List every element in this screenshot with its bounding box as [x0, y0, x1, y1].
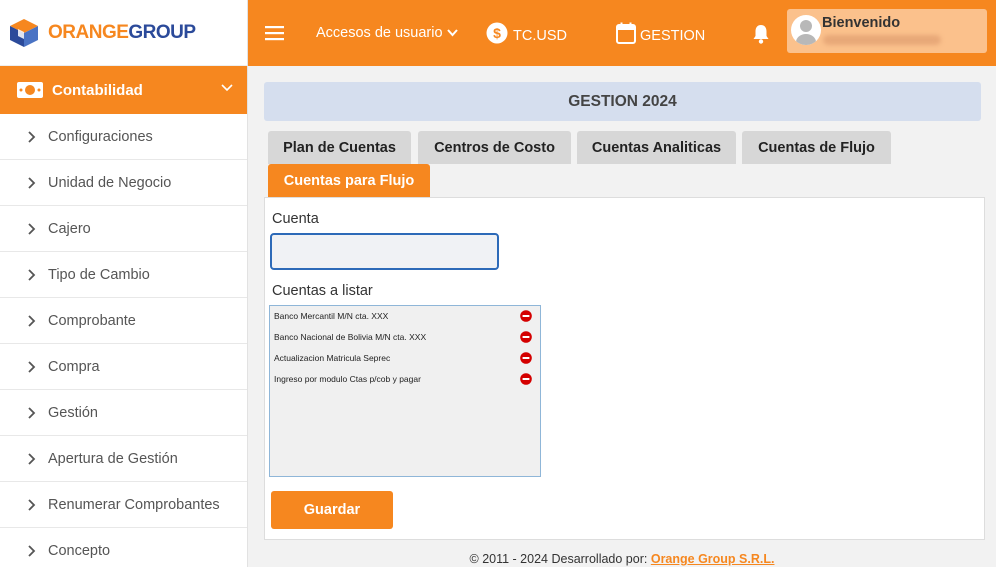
calendar-icon: [616, 22, 636, 44]
chevron-right-icon: [28, 268, 36, 281]
sidebar-item-label: Apertura de Gestión: [48, 450, 178, 467]
sidebar-menu: Configuraciones Unidad de Negocio Cajero…: [0, 114, 247, 567]
chevron-right-icon: [28, 130, 36, 143]
sidebar-item-configuraciones[interactable]: Configuraciones: [0, 114, 247, 160]
remove-icon[interactable]: [520, 331, 532, 343]
logo[interactable]: ORANGEGROUP: [0, 0, 247, 66]
gestion-label: GESTION: [640, 28, 706, 44]
chevron-right-icon: [28, 406, 36, 419]
money-icon: [17, 82, 43, 98]
sidebar: ORANGEGROUP Contabilidad Configuraciones…: [0, 0, 248, 567]
sidebar-item-label: Comprobante: [48, 312, 136, 329]
logo-cube-icon: [10, 18, 38, 47]
avatar: [791, 15, 821, 45]
sidebar-item-concepto[interactable]: Concepto: [0, 528, 247, 567]
chevron-right-icon: [28, 452, 36, 465]
svg-text:$: $: [493, 25, 501, 41]
sidebar-item-label: Compra: [48, 358, 100, 375]
save-button[interactable]: Guardar: [271, 491, 393, 529]
chevron-right-icon: [28, 498, 36, 511]
sidebar-item-comprobante[interactable]: Comprobante: [0, 298, 247, 344]
sidebar-item-compra[interactable]: Compra: [0, 344, 247, 390]
sidebar-item-cajero[interactable]: Cajero: [0, 206, 247, 252]
list-item: Actualizacion Matricula Seprec: [274, 350, 536, 366]
list-item: Banco Nacional de Bolivia M/N cta. XXX: [274, 329, 536, 345]
menu-icon[interactable]: [265, 25, 284, 41]
user-menu[interactable]: Bienvenido: [787, 9, 987, 53]
remove-icon[interactable]: [520, 373, 532, 385]
cuenta-label: Cuenta: [272, 211, 319, 227]
exchange-rate-link[interactable]: $ TC.USD: [486, 0, 567, 66]
sidebar-item-tipo-de-cambio[interactable]: Tipo de Cambio: [0, 252, 247, 298]
list-item-label: Banco Mercantil M/N cta. XXX: [274, 311, 389, 321]
tab-centros-de-costo[interactable]: Centros de Costo: [418, 131, 571, 164]
footer: © 2011 - 2024 Desarrollado por: Orange G…: [248, 544, 996, 567]
user-access-label: Accesos de usuario: [316, 25, 443, 41]
cuentas-a-listar-label: Cuentas a listar: [272, 283, 373, 299]
sidebar-item-label: Unidad de Negocio: [48, 174, 172, 191]
sidebar-item-label: Gestión: [48, 404, 98, 421]
user-icon: [796, 20, 816, 45]
sidebar-item-unidad-de-negocio[interactable]: Unidad de Negocio: [0, 160, 247, 206]
sidebar-item-label: Tipo de Cambio: [48, 266, 150, 283]
list-item-label: Banco Nacional de Bolivia M/N cta. XXX: [274, 332, 427, 342]
chevron-right-icon: [28, 314, 36, 327]
brand-name-part2: GROUP: [128, 21, 196, 43]
sidebar-item-label: Cajero: [48, 220, 91, 237]
cuenta-input[interactable]: [270, 233, 499, 270]
chevron-down-icon: [446, 29, 458, 37]
chevron-right-icon: [28, 176, 36, 189]
sidebar-item-gestion[interactable]: Gestión: [0, 390, 247, 436]
sidebar-section-contabilidad[interactable]: Contabilidad: [0, 66, 247, 114]
sidebar-section-label: Contabilidad: [52, 81, 143, 99]
dollar-icon: $: [486, 22, 508, 44]
exchange-rate-label: TC.USD: [513, 28, 567, 44]
sidebar-item-apertura-de-gestion[interactable]: Apertura de Gestión: [0, 436, 247, 482]
page-title: GESTION 2024: [264, 82, 981, 121]
list-item-label: Ingreso por modulo Ctas p/cob y pagar: [274, 374, 421, 384]
list-item-label: Actualizacion Matricula Seprec: [274, 353, 391, 363]
tab-cuentas-analiticas[interactable]: Cuentas Analiticas: [577, 131, 736, 164]
welcome-text: Bienvenido: [822, 15, 901, 31]
gestion-link[interactable]: GESTION: [616, 0, 705, 66]
list-item: Banco Mercantil M/N cta. XXX: [274, 308, 536, 324]
footer-text: © 2011 - 2024 Desarrollado por:: [469, 552, 648, 566]
chevron-right-icon: [28, 360, 36, 373]
user-name-redacted: [823, 35, 941, 45]
list-item: Ingreso por modulo Ctas p/cob y pagar: [274, 371, 536, 387]
user-access-dropdown[interactable]: Accesos de usuario: [316, 0, 458, 66]
chevron-right-icon: [28, 222, 36, 235]
footer-link[interactable]: Orange Group S.R.L.: [651, 552, 775, 566]
remove-icon[interactable]: [520, 352, 532, 364]
brand-name-part1: ORANGE: [48, 21, 129, 43]
topbar: Accesos de usuario $ TC.USD GESTION Bien…: [248, 0, 996, 66]
cuentas-list[interactable]: Banco Mercantil M/N cta. XXX Banco Nacio…: [269, 305, 541, 477]
tab-cuentas-para-flujo[interactable]: Cuentas para Flujo: [268, 164, 430, 197]
sidebar-item-renumerar-comprobantes[interactable]: Renumerar Comprobantes: [0, 482, 247, 528]
chevron-down-icon: [221, 84, 233, 92]
sidebar-item-label: Concepto: [48, 542, 111, 559]
tab-plan-de-cuentas[interactable]: Plan de Cuentas: [268, 131, 411, 164]
sidebar-item-label: Renumerar Comprobantes: [48, 496, 220, 513]
tab-cuentas-de-flujo[interactable]: Cuentas de Flujo: [742, 131, 891, 164]
sidebar-item-label: Configuraciones: [48, 128, 153, 145]
chevron-right-icon: [28, 544, 36, 557]
remove-icon[interactable]: [520, 310, 532, 322]
brand-name: ORANGEGROUP: [48, 22, 196, 44]
bell-icon[interactable]: [752, 24, 770, 44]
